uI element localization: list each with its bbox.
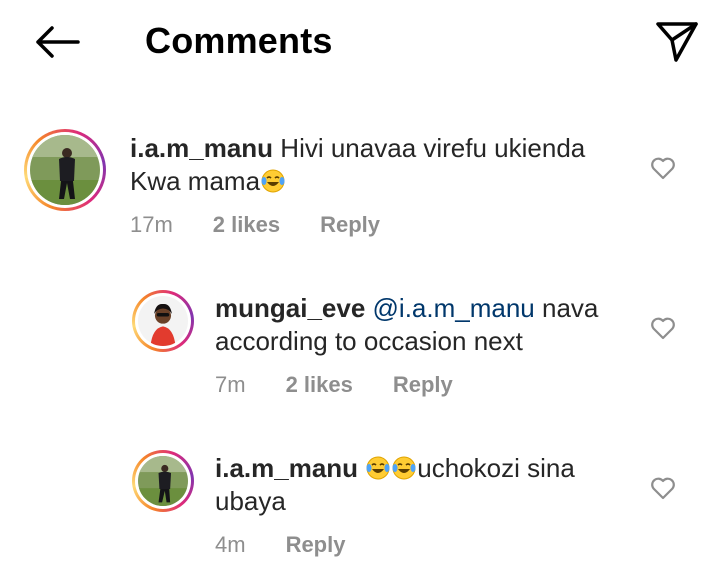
avatar[interactable] xyxy=(24,129,106,211)
reply-button[interactable]: Reply xyxy=(320,212,380,238)
tears-of-joy-emoji-icon xyxy=(392,456,416,480)
like-button[interactable] xyxy=(648,313,678,343)
comment-time: 17m xyxy=(130,212,173,237)
comment-body-line2: ubaya xyxy=(215,486,286,516)
comment-text: i.a.m_manu Hivi unavaa virefu ukienda Kw… xyxy=(130,132,630,198)
avatar[interactable] xyxy=(132,450,194,512)
likes-count[interactable]: 2 likes xyxy=(213,212,280,238)
like-button[interactable] xyxy=(648,473,678,503)
comment-body: Hivi unavaa virefu ukienda xyxy=(280,133,586,163)
comment-body: nava xyxy=(542,293,599,323)
comment-meta: 4m Reply xyxy=(215,532,345,558)
comment-body-line2: according to occasion next xyxy=(215,326,523,356)
back-button[interactable] xyxy=(28,20,84,64)
comment-time: 7m xyxy=(215,372,246,397)
heart-outline-icon xyxy=(651,317,675,340)
reply-button[interactable]: Reply xyxy=(393,372,453,398)
comment-username[interactable]: i.a.m_manu xyxy=(215,453,358,483)
like-button[interactable] xyxy=(648,153,678,183)
comment-meta: 7m 2 likes Reply xyxy=(215,372,453,398)
avatar[interactable] xyxy=(132,290,194,352)
direct-share-button[interactable] xyxy=(652,16,702,66)
back-arrow-icon xyxy=(36,26,80,58)
comment-body-line2: Kwa mama xyxy=(130,166,261,196)
comment-meta: 17m 2 likes Reply xyxy=(130,212,380,238)
reply-button[interactable]: Reply xyxy=(286,532,346,558)
likes-count[interactable]: 2 likes xyxy=(286,372,353,398)
comment-text: i.a.m_manu uchokozi sina ubaya xyxy=(215,452,635,518)
comment-username[interactable]: i.a.m_manu xyxy=(130,133,273,163)
heart-outline-icon xyxy=(651,477,675,500)
header-bar: Comments xyxy=(0,0,720,82)
mention-link[interactable]: @i.a.m_manu xyxy=(373,293,535,323)
direct-send-icon xyxy=(656,22,698,62)
tears-of-joy-emoji-icon xyxy=(261,169,285,193)
page-title: Comments xyxy=(145,20,333,61)
comment-time: 4m xyxy=(215,532,246,557)
comment-body: uchokozi sina xyxy=(417,453,575,483)
heart-outline-icon xyxy=(651,157,675,180)
tears-of-joy-emoji-icon xyxy=(366,456,390,480)
comment-text: mungai_eve @i.a.m_manu nava according to… xyxy=(215,292,635,358)
comment-username[interactable]: mungai_eve xyxy=(215,293,365,323)
